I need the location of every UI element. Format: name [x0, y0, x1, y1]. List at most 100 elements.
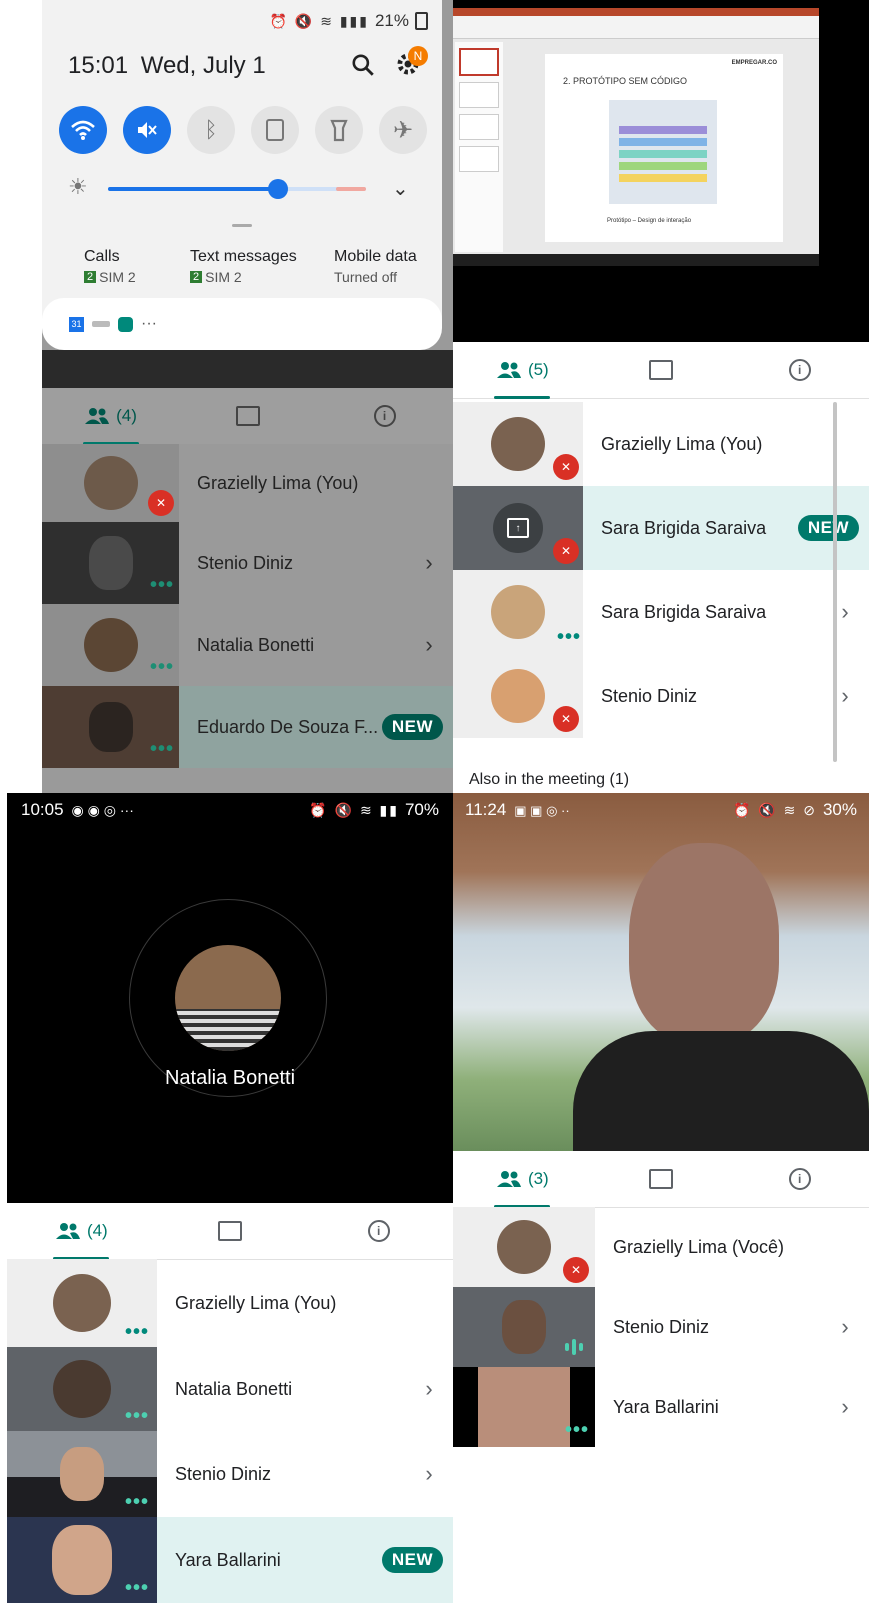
participant-row[interactable]: ••• Stenio Diniz › [42, 522, 453, 604]
sim-messages-title: Text messages [190, 248, 297, 265]
sound-toggle[interactable] [123, 106, 171, 154]
tab-people[interactable]: (5) [453, 342, 592, 399]
participant-row[interactable]: Stenio Diniz › [453, 1287, 869, 1367]
participant-row[interactable]: ✕ Grazielly Lima (You) [42, 444, 453, 522]
sim-calls[interactable]: Calls 2 SIM 2 [84, 248, 136, 285]
chat-icon [649, 1169, 673, 1189]
status-time: 10:05 [21, 800, 64, 819]
participant-name: Yara Ballarini [175, 1549, 281, 1570]
tab-chat[interactable] [156, 1203, 305, 1259]
participant-row[interactable]: ✕ Grazielly Lima (You) [453, 402, 869, 486]
wifi-icon [71, 120, 95, 140]
meet-tabs: (5) i [453, 342, 869, 399]
sim-calls-sub: SIM 2 [99, 269, 136, 285]
participant-row[interactable]: ✕ Grazielly Lima (Você) [453, 1207, 869, 1287]
wifi-toggle[interactable] [59, 106, 107, 154]
tab-info[interactable]: i [730, 1151, 869, 1207]
brightness-icon: ☀ [68, 174, 88, 199]
main-video: 11:24 ▣ ▣ ◎ ·· ⏰ 🔇 ≋ ⊘ 30% [453, 793, 869, 1151]
participant-row[interactable]: ••• Stenio Diniz › [7, 1431, 453, 1517]
tab-info[interactable]: i [730, 342, 869, 398]
people-icon [496, 362, 521, 378]
tab-people[interactable]: (3) [453, 1151, 592, 1208]
people-icon [85, 408, 110, 424]
participant-row[interactable]: ••• Grazielly Lima (You) [7, 1259, 453, 1347]
slide-caption: Protótipo – Design de interação [607, 218, 692, 224]
avatar [491, 585, 545, 639]
info-icon: i [788, 1168, 811, 1190]
scrollbar[interactable] [833, 402, 837, 762]
tab-info[interactable]: i [304, 1203, 453, 1259]
battery-level: 30% [822, 800, 857, 819]
notification-strip[interactable]: 31 ··· [42, 298, 442, 350]
participant-name: Grazielly Lima (You) [197, 472, 359, 493]
participant-thumb: ↑ ✕ [453, 486, 583, 570]
chevron-right-icon[interactable]: › [831, 1314, 859, 1340]
brightness-handle[interactable] [268, 179, 288, 199]
participant-row[interactable]: ✕ Stenio Diniz › [453, 654, 869, 738]
speaking-dots-icon: ••• [125, 1405, 150, 1427]
avatar [88, 536, 133, 590]
chevron-right-icon[interactable]: › [415, 550, 443, 576]
participant-row[interactable]: ••• Yara Ballarini NEW [7, 1517, 453, 1603]
tab-people[interactable]: (4) [7, 1203, 156, 1260]
gear-icon[interactable]: N [394, 46, 428, 83]
mobile-data[interactable]: Mobile data Turned off [334, 248, 417, 285]
avatar [491, 669, 545, 723]
battery-level: 70% [404, 800, 439, 819]
bluetooth-toggle[interactable]: ᛒ [187, 106, 235, 154]
mobile-data-title: Mobile data [334, 248, 417, 265]
tab-people[interactable]: (4) [42, 388, 179, 445]
status-app-icons: ◉ ◉ ◎ ··· [71, 802, 134, 818]
people-count: (4) [116, 406, 137, 425]
participants-pane: (4) i ••• Grazielly Lima (You) ••• Natal… [7, 1203, 453, 1611]
signal-icons: ⏰ 🔇 ≋ ▮▮▮ [269, 12, 369, 29]
flashlight-toggle[interactable] [315, 106, 363, 154]
avatar [83, 618, 138, 672]
speaking-dots-icon: ••• [125, 1491, 150, 1513]
chevron-right-icon[interactable]: › [415, 1461, 443, 1487]
participant-name: Grazielly Lima (You) [601, 433, 763, 454]
tab-info[interactable]: i [316, 388, 453, 444]
chevron-down-icon[interactable]: ⌄ [392, 176, 409, 201]
battery-icon [415, 12, 428, 30]
avatar [497, 1220, 551, 1274]
avatar [60, 1447, 104, 1501]
presentation-video: EMPREGAR.CO 2. PROTÓTIPO SEM CÓDIGO Prot… [453, 0, 869, 342]
rotation-lock-toggle[interactable] [251, 106, 299, 154]
search-icon[interactable] [350, 52, 376, 83]
also-in-meeting: Also in the meeting (1) [469, 771, 630, 788]
tab-chat[interactable] [179, 388, 316, 444]
mic-off-icon: ✕ [148, 490, 174, 516]
participant-row[interactable]: ↑ ✕ Sara Brigida Saraiva NEW [453, 486, 869, 570]
slide-thumbnails[interactable] [455, 42, 503, 252]
speaker-name: Natalia Bonetti [164, 1067, 296, 1089]
participant-row[interactable]: ••• Natalia Bonetti › [42, 604, 453, 686]
brightness-slider[interactable] [108, 179, 366, 199]
participant-name: Stenio Diniz [175, 1463, 272, 1484]
airplane-icon: ✈ [392, 116, 414, 144]
tab-chat[interactable] [592, 342, 731, 398]
drag-handle[interactable] [232, 224, 252, 227]
chat-icon [649, 360, 673, 380]
sim-messages[interactable]: Text messages 2 SIM 2 [190, 248, 297, 285]
participant-row[interactable]: ••• Yara Ballarini › [453, 1367, 869, 1447]
sim-badge: 2 [84, 271, 97, 283]
tab-chat[interactable] [592, 1151, 731, 1207]
chat-icon [235, 406, 260, 426]
participant-row[interactable]: ••• Natalia Bonetti › [7, 1347, 453, 1431]
avatar [83, 456, 138, 510]
participant-row[interactable]: ••• Eduardo De Souza F... NEW [42, 686, 453, 768]
chevron-right-icon[interactable]: › [831, 1394, 859, 1420]
chevron-right-icon[interactable]: › [415, 1376, 443, 1402]
slide-diagram [609, 100, 717, 204]
speaking-dots-icon: ••• [125, 1577, 150, 1599]
participant-name: Stenio Diniz [197, 552, 294, 573]
airplane-toggle[interactable]: ✈ [379, 106, 427, 154]
people-count: (4) [86, 1221, 108, 1240]
participant-thumb: ✕ [453, 654, 583, 738]
participant-row[interactable]: ••• Sara Brigida Saraiva › [453, 570, 869, 654]
speaker-avatar [175, 945, 281, 1051]
participant-thumb: ••• [7, 1517, 157, 1603]
chevron-right-icon[interactable]: › [415, 632, 443, 658]
